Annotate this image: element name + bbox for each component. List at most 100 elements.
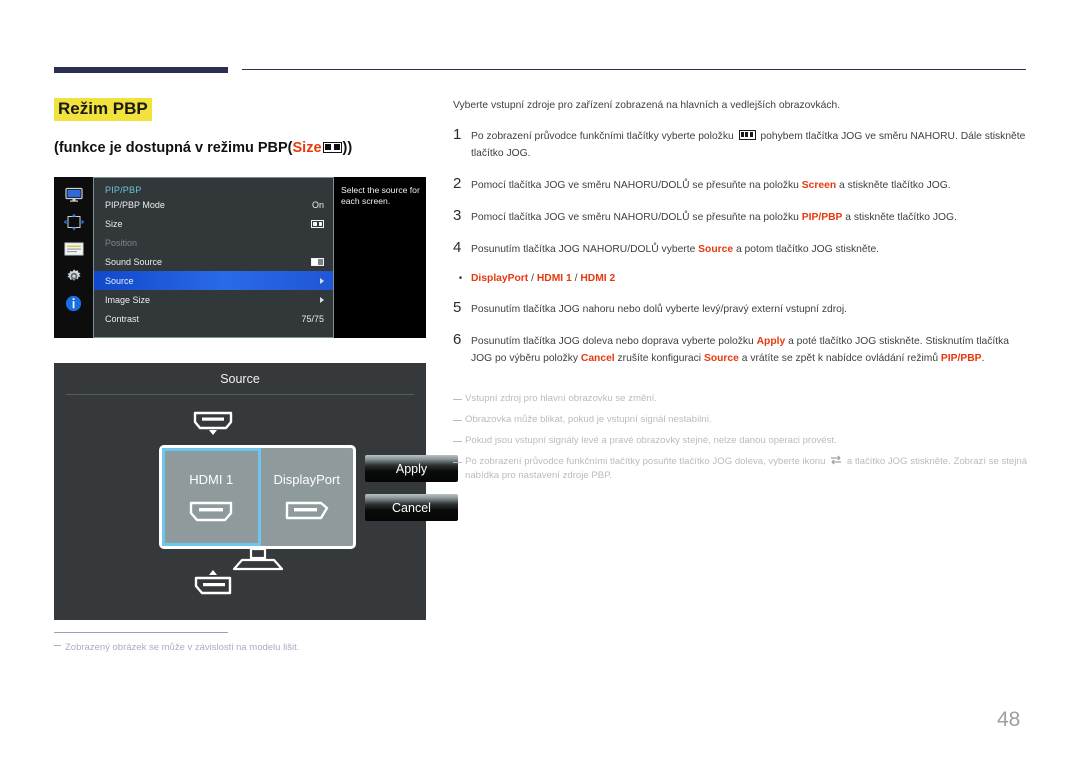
step-number: 6 <box>453 331 462 348</box>
instruction-step: 1 Po zobrazení průvodce funkčními tlačítk… <box>453 126 1028 162</box>
note-text: Vstupní zdroj pro hlavní obrazovku se zm… <box>465 393 657 404</box>
chevron-right-icon <box>320 296 324 303</box>
note-item: Obrazovka může blikat, pokud je vstupní … <box>453 413 1028 427</box>
osd-row-label: Size <box>105 218 123 229</box>
note-dash-icon <box>453 441 462 442</box>
page-root: Režim PBP (funkce je dostupná v režimu P… <box>0 0 1080 763</box>
pbp-three-pane-icon <box>738 130 756 140</box>
source-option: DisplayPort <box>471 273 529 284</box>
hdmi-connector-icon <box>190 501 233 522</box>
page-number: 48 <box>997 708 1021 731</box>
osd-row-list: PIP/PBP Mode On Size Position Sound Source So… <box>94 195 333 328</box>
header-rule-thick <box>54 67 228 73</box>
osd-help-text: Select the source for each screen. <box>334 177 426 338</box>
step-text: Posunutím tlačítka JOG doleva nebo dopra… <box>471 336 1009 364</box>
option-separator: / <box>528 273 537 284</box>
instruction-step: 5 Posunutím tlačítka JOG nahoru nebo dolů… <box>453 299 1028 318</box>
apply-button[interactable]: Apply <box>365 455 458 482</box>
display-icon[interactable] <box>63 186 85 204</box>
pbp-size-icon <box>311 219 324 228</box>
intro-paragraph: Vyberte vstupní zdroje pro zařízení zobr… <box>453 100 841 111</box>
instruction-step: 6 Posunutím tlačítka JOG doleva nebo dopr… <box>453 331 1028 367</box>
subtitle-suffix: )) <box>342 140 353 156</box>
osd-row-value <box>311 257 324 266</box>
footnote-dash-icon <box>54 645 61 646</box>
osd-menu-title: PIP/PBP <box>105 185 142 195</box>
note-item: Vstupní zdroj pro hlavní obrazovku se zm… <box>453 392 1028 406</box>
osd-row-value: On <box>311 199 324 210</box>
instruction-step: 4 Posunutím tlačítka JOG NAHORU/DOLŮ vybe… <box>453 239 1028 258</box>
osd-row-source[interactable]: Source <box>94 271 333 290</box>
step-text: Posunutím tlačítka JOG NAHORU/DOLŮ vyber… <box>471 244 880 255</box>
displayport-connector-icon <box>285 501 328 520</box>
step-text: Pomocí tlačítka JOG ve směru NAHORU/DOLŮ… <box>471 180 951 191</box>
step-text: Pomocí tlačítka JOG ve směru NAHORU/DOLŮ… <box>471 212 957 223</box>
swap-source-icon <box>830 455 842 465</box>
osd-row-label: Contrast <box>105 313 140 324</box>
osd-row-pip-pbp-mode[interactable]: PIP/PBP Mode On <box>94 195 333 214</box>
image-footnote: Zobrazený obrázek se může v závislosti n… <box>54 641 299 655</box>
step-number: 5 <box>453 299 462 316</box>
instruction-step: 2 Pomocí tlačítka JOG ve směru NAHORU/DOL… <box>453 175 1028 194</box>
osd-row-label: Source <box>105 275 134 286</box>
monitor-left-label: HDMI 1 <box>189 472 234 487</box>
keyword-highlight: Source <box>703 353 739 364</box>
monitor-left-pane[interactable]: HDMI 1 <box>162 448 261 546</box>
osd-row-sound-source[interactable]: Sound Source <box>94 252 333 271</box>
osd-menu: PIP/PBP PIP/PBP Mode On Size Position Sound … <box>54 177 426 338</box>
step-number: 3 <box>453 207 462 224</box>
source-option: HDMI 1 <box>536 273 572 284</box>
osd-sidebar <box>54 177 93 338</box>
gear-icon[interactable] <box>63 267 85 285</box>
note-dash-icon <box>453 462 462 463</box>
note-item: Po zobrazení průvodce funkčními tlačítky… <box>453 455 1028 483</box>
bullet-marker: • <box>458 273 463 284</box>
osd-row-contrast[interactable]: Contrast 75/75 <box>94 309 333 328</box>
instruction-step: 3 Pomocí tlačítka JOG ve směru NAHORU/DOL… <box>453 207 1028 226</box>
osd-row-label: Position <box>105 237 138 248</box>
source-options-bullet: • DisplayPort / HDMI 1 / HDMI 2 <box>453 271 1028 286</box>
pbp-size-icon <box>322 142 342 153</box>
header-rule-thin <box>242 69 1026 70</box>
step-number: 1 <box>453 126 462 143</box>
keyword-highlight: Cancel <box>580 353 615 364</box>
note-dash-icon <box>453 399 462 400</box>
monitor-right-label: DisplayPort <box>273 472 340 487</box>
bottom-connector-icon <box>189 568 241 603</box>
osd-row-position[interactable]: Position <box>94 233 333 252</box>
image-footnote-rule <box>54 632 228 633</box>
list-icon[interactable] <box>63 240 85 258</box>
osd-row-label: Image Size <box>105 294 151 305</box>
step-number: 4 <box>453 239 462 256</box>
osd-row-value: 75/75 <box>301 313 324 324</box>
top-connector-icon <box>189 409 237 442</box>
keyword-highlight: PIP/PBP <box>940 353 982 364</box>
osd-row-value <box>320 296 324 303</box>
instructions-column: Vyberte vstupní zdroje pro zařízení zobr… <box>453 98 1028 367</box>
step-text: Posunutím tlačítka JOG nahoru nebo dolů … <box>471 304 848 315</box>
note-dash-icon <box>453 420 462 421</box>
source-option: HDMI 2 <box>580 273 616 284</box>
cancel-button[interactable]: Cancel <box>365 494 458 521</box>
note-item: Pokud jsou vstupní signály levé a pravé … <box>453 434 1028 448</box>
info-icon[interactable] <box>63 294 85 312</box>
osd-row-value <box>320 277 324 284</box>
keyword-highlight: PIP/PBP <box>801 212 843 223</box>
image-footnote-text: Zobrazený obrázek se může v závislosti n… <box>65 642 300 653</box>
source-dialog-body: HDMI 1 DisplayPort Apply Cancel <box>54 395 458 595</box>
notes-list: Vstupní zdroj pro hlavní obrazovku se zm… <box>453 392 1028 490</box>
osd-row-value <box>311 219 324 228</box>
keyword-highlight: Apply <box>756 336 786 347</box>
step-number: 2 <box>453 175 462 192</box>
steps-list-secondary: 5 Posunutím tlačítka JOG nahoru nebo dolů… <box>453 299 1028 367</box>
source-dialog-title: Source <box>220 372 260 386</box>
steps-list-primary: 1 Po zobrazení průvodce funkčními tlačítk… <box>453 126 1028 258</box>
osd-row-image-size[interactable]: Image Size <box>94 290 333 309</box>
note-text: Po zobrazení průvodce funkčními tlačítky… <box>465 455 1028 481</box>
position-icon[interactable] <box>63 213 85 231</box>
page-subtitle: (funkce je dostupná v režimu PBP(Size)) <box>54 139 352 157</box>
keyword-highlight: Source <box>698 244 734 255</box>
monitor-right-pane[interactable]: DisplayPort <box>261 448 354 546</box>
osd-row-label: PIP/PBP Mode <box>105 199 165 210</box>
osd-row-size[interactable]: Size <box>94 214 333 233</box>
